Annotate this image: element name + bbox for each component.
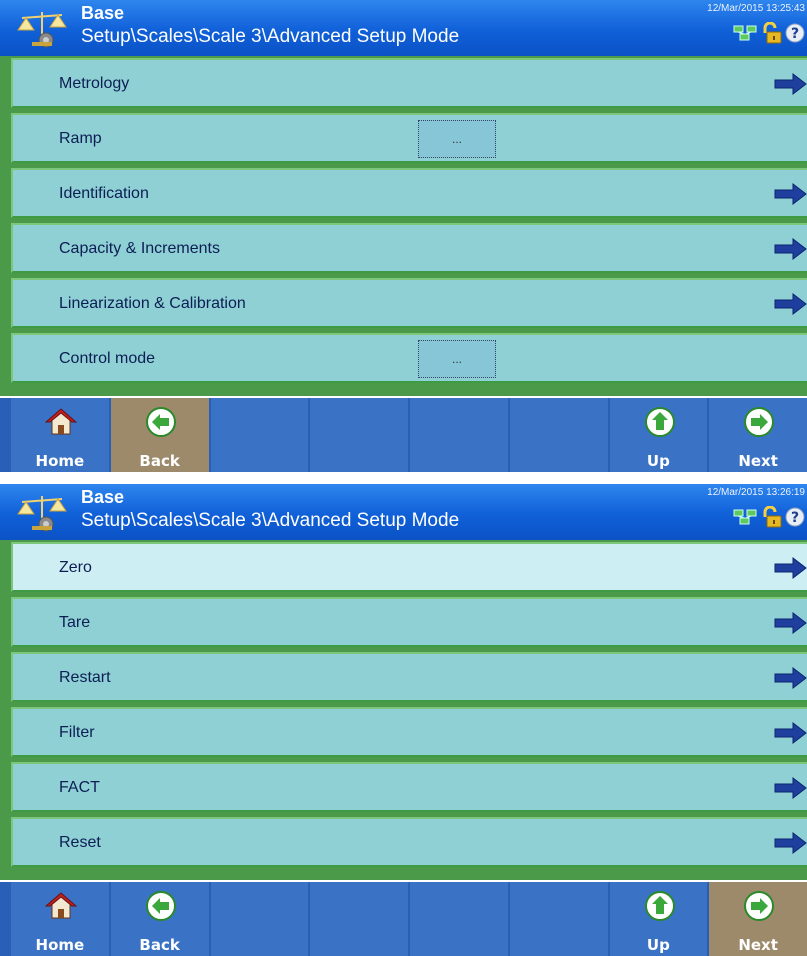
unlocked-padlock-icon[interactable]: [761, 506, 783, 528]
help-icon[interactable]: ?: [785, 507, 805, 527]
breadcrumb: Setup\Scales\Scale 3\Advanced Setup Mode: [81, 26, 460, 47]
menu-item-label: Identification: [59, 185, 149, 202]
ramp-value-button[interactable]: ...: [418, 120, 496, 158]
softkey-label: Back: [139, 936, 180, 954]
arrow-right-icon: [774, 183, 807, 205]
softkey-label: Up: [646, 936, 670, 954]
menu-item-control-mode[interactable]: Control mode ...: [11, 333, 807, 383]
home-icon: [45, 408, 77, 435]
status-icons: ?: [733, 22, 805, 44]
screen-advanced-setup-page-2: Base Setup\Scales\Scale 3\Advanced Setup…: [0, 484, 807, 956]
menu-item-label: FACT: [59, 779, 100, 796]
menu-item-identification[interactable]: Identification: [11, 168, 807, 218]
arrow-right-icon: [774, 293, 807, 315]
title-bar: Base Setup\Scales\Scale 3\Advanced Setup…: [0, 0, 807, 56]
empty-softkey[interactable]: [410, 398, 508, 472]
menu-item-label: Ramp: [59, 130, 102, 147]
app-name: Base: [81, 3, 125, 23]
menu-item-label: Zero: [59, 559, 92, 576]
menu-item-reset[interactable]: Reset: [11, 817, 807, 867]
up-arrow-icon: [644, 891, 675, 921]
up-softkey[interactable]: Up: [609, 398, 708, 472]
screenshot-divider: [0, 472, 807, 484]
empty-softkey[interactable]: [509, 882, 608, 956]
menu-list: Zero Tare Restart Filter FACT Reset: [0, 540, 807, 880]
empty-softkey[interactable]: [509, 398, 608, 472]
menu-item-capacity-increments[interactable]: Capacity & Increments: [11, 223, 807, 273]
arrow-right-icon: [774, 238, 807, 260]
next-arrow-icon: [744, 891, 775, 921]
menu-item-tare[interactable]: Tare: [11, 597, 807, 647]
back-arrow-icon: [145, 407, 176, 437]
arrow-right-icon: [774, 777, 807, 799]
empty-softkey[interactable]: [410, 882, 508, 956]
status-icons: ?: [733, 506, 805, 528]
menu-item-zero[interactable]: Zero: [11, 542, 807, 592]
menu-item-label: Reset: [59, 834, 101, 851]
softkey-label: Home: [35, 936, 85, 954]
screen-advanced-setup-page-1: Base Setup\Scales\Scale 3\Advanced Setup…: [0, 0, 807, 472]
home-softkey[interactable]: Home: [11, 398, 109, 472]
arrow-right-icon: [774, 73, 807, 95]
menu-item-label: Linearization & Calibration: [59, 295, 246, 312]
menu-item-label: Restart: [59, 669, 111, 686]
arrow-right-icon: [774, 832, 807, 854]
app-name: Base: [81, 487, 125, 507]
softkey-label: Next: [738, 452, 778, 470]
next-softkey[interactable]: Next: [709, 882, 807, 956]
arrow-right-icon: [774, 612, 807, 634]
home-icon: [45, 892, 77, 919]
menu-item-filter[interactable]: Filter: [11, 707, 807, 757]
menu-item-label: Metrology: [59, 75, 130, 92]
softkey-label: Up: [646, 452, 670, 470]
empty-softkey[interactable]: [310, 398, 408, 472]
network-icon: [733, 25, 757, 41]
svg-text:?: ?: [791, 26, 799, 42]
menu-item-linearization-calibration[interactable]: Linearization & Calibration: [11, 278, 807, 328]
menu-item-label: Capacity & Increments: [59, 240, 220, 257]
menu-item-restart[interactable]: Restart: [11, 652, 807, 702]
softkey-bar: Home Back Up Next: [0, 398, 807, 472]
empty-softkey[interactable]: [210, 882, 309, 956]
softkey-label: Back: [139, 452, 180, 470]
softkey-label: Home: [35, 452, 85, 470]
up-arrow-icon: [644, 407, 675, 437]
next-softkey[interactable]: Next: [709, 398, 807, 472]
empty-softkey[interactable]: [210, 398, 309, 472]
menu-item-fact[interactable]: FACT: [11, 762, 807, 812]
breadcrumb: Setup\Scales\Scale 3\Advanced Setup Mode: [81, 510, 460, 531]
empty-softkey[interactable]: [310, 882, 408, 956]
menu-item-metrology[interactable]: Metrology: [11, 58, 807, 108]
back-softkey[interactable]: Back: [110, 882, 209, 956]
up-softkey[interactable]: Up: [609, 882, 708, 956]
menu-item-label: Filter: [59, 724, 95, 741]
arrow-right-icon: [774, 722, 807, 744]
menu-item-label: Tare: [59, 614, 91, 631]
next-arrow-icon: [744, 407, 775, 437]
svg-text:?: ?: [791, 510, 799, 526]
back-softkey[interactable]: Back: [110, 398, 209, 472]
scale-logo-icon: [17, 12, 67, 48]
datetime: 12/Mar/2015 13:26:19: [707, 487, 805, 498]
datetime: 12/Mar/2015 13:25:43: [707, 3, 805, 14]
network-icon: [733, 509, 757, 525]
home-softkey[interactable]: Home: [11, 882, 109, 956]
softkey-bar: Home Back Up Next: [0, 882, 807, 956]
title-bar: Base Setup\Scales\Scale 3\Advanced Setup…: [0, 484, 807, 540]
control-mode-value-button[interactable]: ...: [418, 340, 496, 378]
back-arrow-icon: [145, 891, 176, 921]
unlocked-padlock-icon[interactable]: [761, 22, 783, 44]
arrow-right-icon: [774, 667, 807, 689]
scale-logo-icon: [17, 496, 67, 532]
menu-list: Metrology Ramp ... Identification Capaci…: [0, 56, 807, 396]
arrow-right-icon: [774, 557, 807, 579]
help-icon[interactable]: ?: [785, 23, 805, 43]
menu-item-label: Control mode: [59, 350, 156, 367]
softkey-label: Next: [738, 936, 778, 954]
menu-item-ramp[interactable]: Ramp ...: [11, 113, 807, 163]
